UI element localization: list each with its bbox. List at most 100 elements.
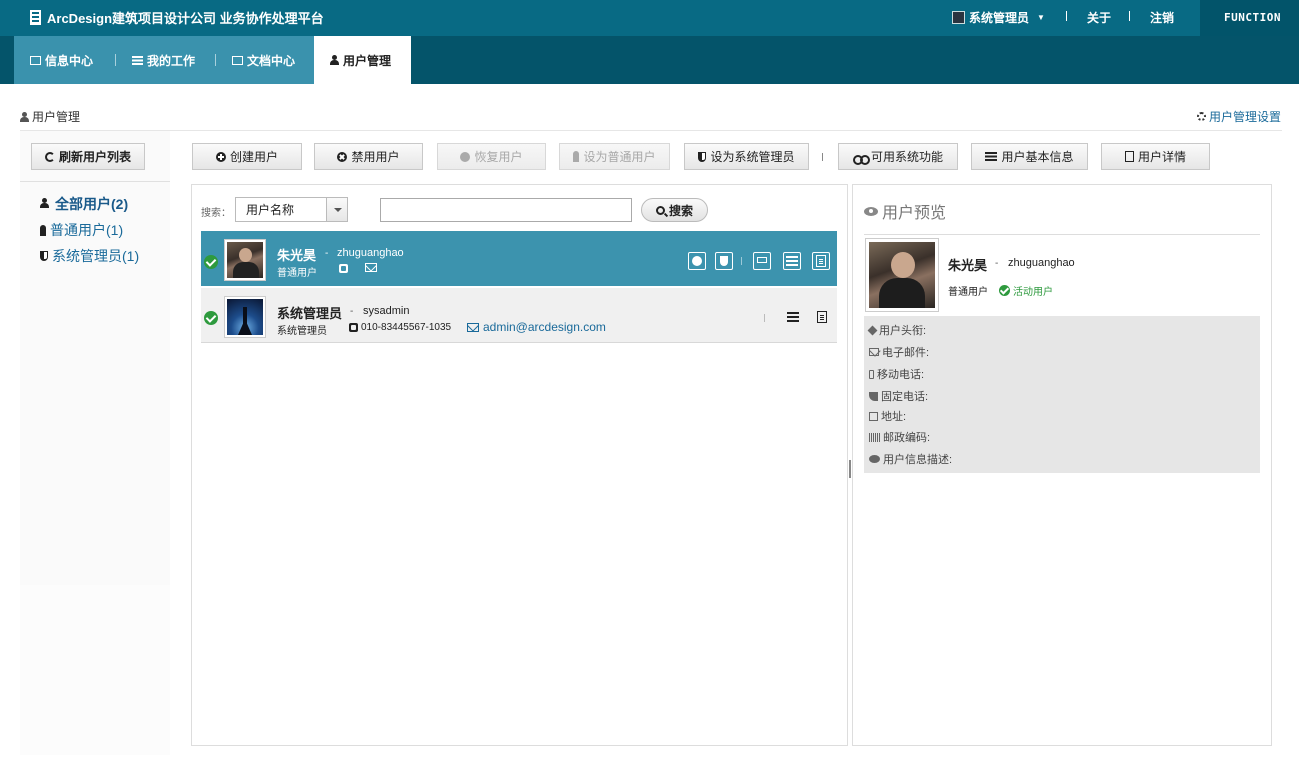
copy-icon: [232, 55, 243, 65]
refresh-icon: [44, 151, 55, 162]
preview-user-name: 朱光昊: [948, 258, 988, 273]
search-label: 搜索：: [201, 208, 231, 219]
search-input[interactable]: [380, 198, 632, 222]
user-name: 朱光昊: [277, 248, 317, 263]
list-icon: [985, 152, 998, 161]
shield-icon: [40, 251, 48, 261]
top-header: ArcDesign建筑项目设计公司 业务协作处理平台 系统管理员 ▼ 关于 注销…: [0, 0, 1299, 36]
chevron-down-icon: [326, 198, 347, 221]
search-button[interactable]: 搜索: [641, 198, 708, 222]
user-role: 普通用户: [277, 268, 317, 279]
user-basic-info-button[interactable]: 用户基本信息: [971, 143, 1088, 170]
list-icon[interactable]: [787, 312, 799, 322]
tab-my-work[interactable]: 我的工作: [116, 36, 216, 84]
male-icon: [573, 151, 580, 162]
shield-icon: [698, 151, 707, 162]
phone-icon: [349, 323, 358, 332]
check-circle-icon: [999, 285, 1010, 296]
document-icon: [1124, 151, 1134, 162]
tab-user-management[interactable]: 用户管理: [314, 36, 411, 84]
user-row[interactable]: 系统管理员 - sysadmin 系统管理员 010-83445567-1035…: [201, 288, 837, 343]
user-login: zhuguanghao: [337, 247, 404, 259]
envelope-icon: [869, 348, 879, 356]
list-icon[interactable]: [783, 252, 801, 270]
field-user-title: 用户头衔:: [867, 322, 926, 338]
page-title: 用户管理: [20, 108, 80, 125]
tab-document-center[interactable]: 文档中心: [216, 36, 314, 84]
mobile-icon: [869, 369, 874, 379]
toolbar-divider: [822, 153, 823, 161]
user-row-selected[interactable]: 朱光昊 - zhuguanghao 普通用户: [201, 231, 837, 286]
user-icon: [40, 198, 51, 210]
about-link[interactable]: 关于: [1087, 9, 1111, 26]
laptop-icon[interactable]: [753, 252, 771, 270]
preview-avatar: [866, 239, 938, 311]
user-role: 系统管理员: [277, 326, 327, 337]
disable-user-icon[interactable]: [688, 252, 706, 270]
sidebar-item-system-admins[interactable]: 系统管理员(1): [40, 246, 139, 266]
male-icon: [40, 224, 46, 236]
field-address: 地址:: [869, 408, 906, 424]
plus-icon: [215, 151, 226, 162]
search-field-select[interactable]: 用户名称: [235, 197, 348, 222]
available-functions-button[interactable]: 可用系统功能: [838, 143, 958, 170]
user-login: sysadmin: [363, 305, 410, 317]
phone-icon: [869, 391, 878, 401]
field-postal-code: 邮政编码:: [869, 429, 930, 445]
user-management-settings-link[interactable]: 用户管理设置: [1196, 108, 1281, 125]
user-avatar-icon: [952, 11, 965, 24]
search-icon: [655, 205, 665, 215]
divider: [1066, 11, 1067, 21]
divider: [1129, 11, 1130, 21]
shield-icon[interactable]: [715, 252, 733, 270]
caret-down-icon: ▼: [1037, 13, 1045, 22]
panel-splitter-handle[interactable]: [849, 460, 851, 478]
user-details-button[interactable]: 用户详情: [1101, 143, 1210, 170]
avatar: [225, 297, 265, 337]
brand-logo: FUNCTION: [1200, 0, 1299, 36]
document-icon[interactable]: [812, 252, 830, 270]
refresh-user-list-button[interactable]: 刷新用户列表: [31, 143, 145, 170]
comment-icon: [869, 455, 880, 463]
field-email: 电子邮件:: [869, 344, 929, 360]
restore-user-button[interactable]: 恢复用户: [437, 143, 546, 170]
disable-user-button[interactable]: 禁用用户: [314, 143, 423, 170]
preview-separator: -: [995, 258, 999, 269]
envelope-icon: [30, 55, 41, 65]
preview-user-role: 普通用户: [948, 287, 988, 298]
set-system-admin-button[interactable]: 设为系统管理员: [684, 143, 809, 170]
building-icon: [30, 10, 41, 25]
envelope-icon: [365, 263, 377, 272]
create-user-button[interactable]: 创建用户: [192, 143, 302, 170]
sidebar-item-normal-users[interactable]: 普通用户(1): [40, 220, 123, 240]
preview-title: 用户预览: [864, 199, 946, 223]
tag-icon: [867, 325, 878, 335]
app-title: ArcDesign建筑项目设计公司 业务协作处理平台: [30, 8, 324, 27]
field-mobile: 移动电话:: [869, 366, 924, 382]
gear-icon: [1196, 112, 1206, 121]
user-name: 系统管理员: [277, 306, 343, 321]
document-icon[interactable]: [817, 311, 827, 323]
user-icon: [20, 111, 29, 122]
avatar: [225, 240, 265, 280]
divider: [20, 130, 1282, 131]
user-email-link[interactable]: admin@arcdesign.com: [467, 320, 606, 334]
field-landline: 固定电话:: [869, 388, 928, 404]
preview-user-login: zhuguanghao: [1008, 257, 1075, 269]
field-description: 用户信息描述:: [869, 451, 952, 467]
close-icon: [337, 151, 348, 162]
eye-icon: [864, 206, 878, 216]
active-status-icon: [204, 255, 218, 269]
user-icon: [330, 55, 339, 65]
set-normal-user-button[interactable]: 设为普通用户: [559, 143, 670, 170]
logout-link[interactable]: 注销: [1150, 9, 1174, 26]
cogs-icon: [852, 152, 870, 165]
user-menu[interactable]: 系统管理员 ▼: [952, 9, 1045, 26]
main-nav: 信息中心 我的工作 文档中心 用户管理: [0, 36, 1299, 84]
user-phone: 010-83445567-1035: [349, 322, 451, 333]
building-icon: [869, 411, 878, 421]
active-status-icon: [204, 311, 218, 325]
phone-icon: [339, 264, 348, 273]
sidebar-item-all-users[interactable]: 全部用户(2): [40, 194, 128, 214]
tab-message-center[interactable]: 信息中心: [14, 36, 116, 84]
